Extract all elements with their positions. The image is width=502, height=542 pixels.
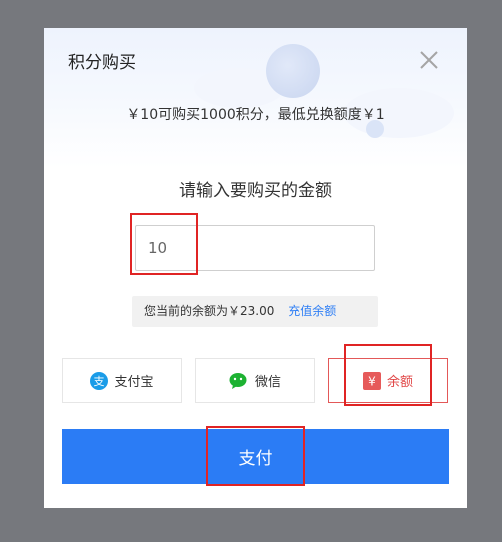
purchase-points-dialog: 积分购买 ￥10可购买1000积分，最低兑换额度￥1 请输入要购买的金额 您当前…	[44, 28, 467, 508]
exchange-rate-text: ￥10可购买1000积分，最低兑换额度￥1	[126, 107, 385, 123]
payment-option-label: 微信	[254, 375, 281, 390]
amount-prompt: 请输入要购买的金额	[179, 181, 332, 201]
dialog-title: 积分购买	[68, 53, 136, 73]
recharge-link[interactable]: 充值余额	[288, 304, 336, 318]
svg-text:¥: ¥	[368, 374, 376, 388]
pay-button[interactable]: 支付	[62, 429, 449, 484]
payment-option-balance[interactable]: ¥ 余额	[328, 358, 448, 403]
close-icon[interactable]	[417, 48, 441, 72]
wechat-icon	[229, 372, 249, 390]
balance-yen-icon: ¥	[362, 371, 381, 390]
payment-option-alipay[interactable]: 支 支付宝	[62, 358, 182, 403]
moon-decoration	[266, 44, 320, 98]
payment-option-label: 余额	[386, 375, 413, 390]
alipay-icon: 支	[90, 371, 109, 390]
payment-option-label: 支付宝	[114, 375, 154, 390]
amount-input[interactable]	[135, 225, 375, 271]
svg-text:支: 支	[94, 375, 105, 388]
payment-option-wechat[interactable]: 微信	[195, 358, 315, 403]
balance-label: 您当前的余额为￥23.00	[144, 304, 275, 318]
balance-info: 您当前的余额为￥23.00 充值余额	[132, 296, 378, 327]
